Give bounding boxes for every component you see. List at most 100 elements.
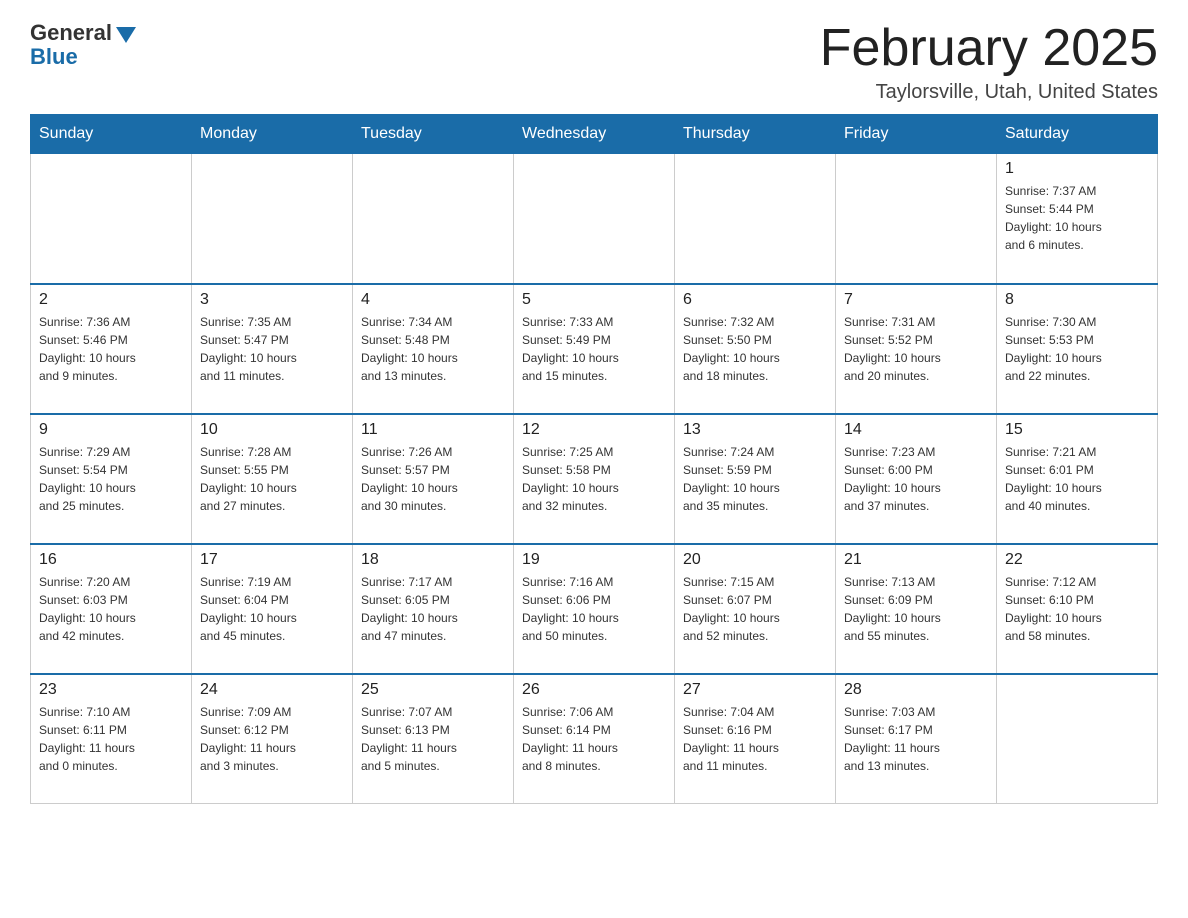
table-row: 18Sunrise: 7:17 AMSunset: 6:05 PMDayligh… <box>353 544 514 674</box>
day-info: Sunrise: 7:15 AMSunset: 6:07 PMDaylight:… <box>683 573 827 645</box>
calendar-week-row: 23Sunrise: 7:10 AMSunset: 6:11 PMDayligh… <box>31 674 1158 804</box>
day-number: 4 <box>361 291 505 309</box>
calendar-week-row: 16Sunrise: 7:20 AMSunset: 6:03 PMDayligh… <box>31 544 1158 674</box>
header-sunday: Sunday <box>31 115 192 154</box>
table-row: 3 Sunrise: 7:35 AMSunset: 5:47 PMDaylight… <box>192 284 353 414</box>
header-monday: Monday <box>192 115 353 154</box>
table-row: 15 Sunrise: 7:21 AMSunset: 6:01 PMDayligh… <box>997 414 1158 544</box>
table-row: 13 Sunrise: 7:24 AMSunset: 5:59 PMDayligh… <box>675 414 836 544</box>
table-row: 2 Sunrise: 7:36 AMSunset: 5:46 PMDaylight… <box>31 284 192 414</box>
day-number: 13 <box>683 421 827 439</box>
day-info: Sunrise: 7:06 AMSunset: 6:14 PMDaylight:… <box>522 703 666 775</box>
table-row: 19 Sunrise: 7:16 AMSunset: 6:06 PMDayligh… <box>514 544 675 674</box>
table-row: 12 Sunrise: 7:25 AMSunset: 5:58 PMDayligh… <box>514 414 675 544</box>
table-row: 26 Sunrise: 7:06 AMSunset: 6:14 PMDayligh… <box>514 674 675 804</box>
table-row: 8 Sunrise: 7:30 AMSunset: 5:53 PMDaylight… <box>997 284 1158 414</box>
table-row <box>836 154 997 284</box>
day-number: 9 <box>39 421 183 439</box>
table-row: 27 Sunrise: 7:04 AMSunset: 6:16 PMDayligh… <box>675 674 836 804</box>
logo: General Blue <box>30 20 136 70</box>
day-number: 7 <box>844 291 988 309</box>
day-number: 5 <box>522 291 666 309</box>
day-info: Sunrise: 7:12 AMSunset: 6:10 PMDaylight:… <box>1005 573 1149 645</box>
table-row: 4Sunrise: 7:34 AMSunset: 5:48 PMDaylight… <box>353 284 514 414</box>
day-info: Sunrise: 7:07 AMSunset: 6:13 PMDaylight:… <box>361 703 505 775</box>
table-row: 24 Sunrise: 7:09 AMSunset: 6:12 PMDayligh… <box>192 674 353 804</box>
day-info: Sunrise: 7:35 AMSunset: 5:47 PMDaylight:… <box>200 313 344 385</box>
table-row: 10 Sunrise: 7:28 AMSunset: 5:55 PMDayligh… <box>192 414 353 544</box>
day-number: 27 <box>683 681 827 699</box>
table-row: 14 Sunrise: 7:23 AMSunset: 6:00 PMDayligh… <box>836 414 997 544</box>
table-row: 9Sunrise: 7:29 AMSunset: 5:54 PMDaylight… <box>31 414 192 544</box>
day-info: Sunrise: 7:24 AMSunset: 5:59 PMDaylight:… <box>683 443 827 515</box>
day-number: 22 <box>1005 551 1149 569</box>
table-row: 22 Sunrise: 7:12 AMSunset: 6:10 PMDayligh… <box>997 544 1158 674</box>
table-row: 11 Sunrise: 7:26 AMSunset: 5:57 PMDayligh… <box>353 414 514 544</box>
day-number: 10 <box>200 421 344 439</box>
day-number: 26 <box>522 681 666 699</box>
logo-general-text: General <box>30 20 112 46</box>
table-row: 25 Sunrise: 7:07 AMSunset: 6:13 PMDayligh… <box>353 674 514 804</box>
day-number: 2 <box>39 291 183 309</box>
day-number: 17 <box>200 551 344 569</box>
table-row: 28 Sunrise: 7:03 AMSunset: 6:17 PMDayligh… <box>836 674 997 804</box>
logo-blue-text: Blue <box>30 44 78 70</box>
table-row: 16Sunrise: 7:20 AMSunset: 6:03 PMDayligh… <box>31 544 192 674</box>
day-info: Sunrise: 7:03 AMSunset: 6:17 PMDaylight:… <box>844 703 988 775</box>
table-row <box>353 154 514 284</box>
day-info: Sunrise: 7:09 AMSunset: 6:12 PMDaylight:… <box>200 703 344 775</box>
table-row <box>675 154 836 284</box>
day-number: 23 <box>39 681 183 699</box>
day-number: 12 <box>522 421 666 439</box>
day-number: 3 <box>200 291 344 309</box>
table-row: 6 Sunrise: 7:32 AMSunset: 5:50 PMDaylight… <box>675 284 836 414</box>
header-saturday: Saturday <box>997 115 1158 154</box>
day-info: Sunrise: 7:20 AMSunset: 6:03 PMDaylight:… <box>39 573 183 645</box>
day-info: Sunrise: 7:16 AMSunset: 6:06 PMDaylight:… <box>522 573 666 645</box>
day-number: 20 <box>683 551 827 569</box>
calendar-header-row: Sunday Monday Tuesday Wednesday Thursday… <box>31 115 1158 154</box>
table-row: 1Sunrise: 7:37 AMSunset: 5:44 PMDaylight… <box>997 154 1158 284</box>
table-row: 7Sunrise: 7:31 AMSunset: 5:52 PMDaylight… <box>836 284 997 414</box>
table-row <box>997 674 1158 804</box>
day-number: 24 <box>200 681 344 699</box>
day-number: 15 <box>1005 421 1149 439</box>
table-row: 21 Sunrise: 7:13 AMSunset: 6:09 PMDayligh… <box>836 544 997 674</box>
title-section: February 2025 Taylorsville, Utah, United… <box>820 20 1158 104</box>
table-row <box>31 154 192 284</box>
logo-triangle-icon <box>116 27 136 43</box>
table-row <box>192 154 353 284</box>
table-row <box>514 154 675 284</box>
day-number: 11 <box>361 421 505 439</box>
day-number: 19 <box>522 551 666 569</box>
page-header: General Blue February 2025 Taylorsville,… <box>30 20 1158 104</box>
day-info: Sunrise: 7:04 AMSunset: 6:16 PMDaylight:… <box>683 703 827 775</box>
day-info: Sunrise: 7:30 AMSunset: 5:53 PMDaylight:… <box>1005 313 1149 385</box>
day-info: Sunrise: 7:21 AMSunset: 6:01 PMDaylight:… <box>1005 443 1149 515</box>
day-number: 28 <box>844 681 988 699</box>
day-info: Sunrise: 7:36 AMSunset: 5:46 PMDaylight:… <box>39 313 183 385</box>
calendar-week-row: 2 Sunrise: 7:36 AMSunset: 5:46 PMDaylight… <box>31 284 1158 414</box>
day-info: Sunrise: 7:13 AMSunset: 6:09 PMDaylight:… <box>844 573 988 645</box>
table-row: 23Sunrise: 7:10 AMSunset: 6:11 PMDayligh… <box>31 674 192 804</box>
calendar-week-row: 9Sunrise: 7:29 AMSunset: 5:54 PMDaylight… <box>31 414 1158 544</box>
calendar-week-row: 1Sunrise: 7:37 AMSunset: 5:44 PMDaylight… <box>31 154 1158 284</box>
day-info: Sunrise: 7:33 AMSunset: 5:49 PMDaylight:… <box>522 313 666 385</box>
day-number: 8 <box>1005 291 1149 309</box>
day-number: 1 <box>1005 160 1149 178</box>
table-row: 20 Sunrise: 7:15 AMSunset: 6:07 PMDayligh… <box>675 544 836 674</box>
day-number: 25 <box>361 681 505 699</box>
calendar-table: Sunday Monday Tuesday Wednesday Thursday… <box>30 114 1158 804</box>
day-info: Sunrise: 7:32 AMSunset: 5:50 PMDaylight:… <box>683 313 827 385</box>
day-info: Sunrise: 7:28 AMSunset: 5:55 PMDaylight:… <box>200 443 344 515</box>
day-info: Sunrise: 7:17 AMSunset: 6:05 PMDaylight:… <box>361 573 505 645</box>
day-info: Sunrise: 7:26 AMSunset: 5:57 PMDaylight:… <box>361 443 505 515</box>
header-thursday: Thursday <box>675 115 836 154</box>
day-info: Sunrise: 7:25 AMSunset: 5:58 PMDaylight:… <box>522 443 666 515</box>
day-number: 21 <box>844 551 988 569</box>
day-number: 14 <box>844 421 988 439</box>
day-number: 6 <box>683 291 827 309</box>
day-info: Sunrise: 7:23 AMSunset: 6:00 PMDaylight:… <box>844 443 988 515</box>
day-info: Sunrise: 7:19 AMSunset: 6:04 PMDaylight:… <box>200 573 344 645</box>
header-wednesday: Wednesday <box>514 115 675 154</box>
